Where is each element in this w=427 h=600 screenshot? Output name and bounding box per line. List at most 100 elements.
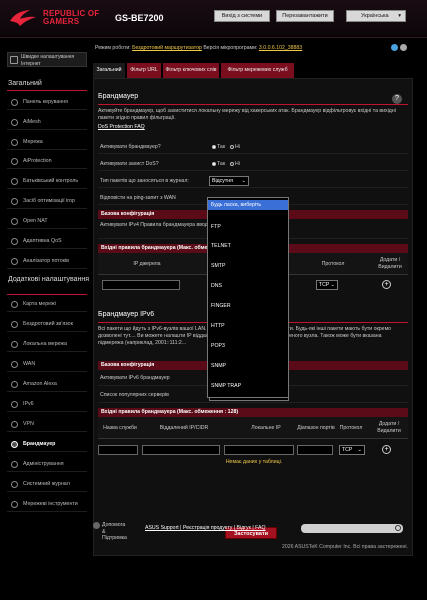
- sidebar-item-ipv6[interactable]: IPv6: [7, 397, 87, 412]
- col-source-ip: IP джерела: [133, 261, 161, 267]
- sidebar-item-network-tools[interactable]: Мережеві інструменти: [7, 497, 87, 512]
- dropdown-option[interactable]: SMTP: [208, 261, 288, 271]
- sidebar-item-parental[interactable]: Батьківський контроль: [7, 174, 87, 189]
- status-icons: [389, 44, 407, 53]
- dropdown-option[interactable]: DNS: [208, 281, 288, 291]
- reboot-button[interactable]: Перезавантажити: [276, 10, 334, 22]
- sidebar-item-system-log[interactable]: Системний журнал: [7, 477, 87, 492]
- dropdown-option[interactable]: TELNET: [208, 241, 288, 251]
- row-label: Тип пакетів що заносяться в журнал:: [100, 178, 189, 184]
- col-protocol: Протокол: [339, 425, 363, 431]
- wifi-icon: [11, 321, 18, 328]
- chevron-down-icon: ⌄: [330, 282, 335, 288]
- footer: Допомога & Підтримка ASUS Support | Реєс…: [93, 522, 413, 556]
- dos-faq-link[interactable]: DoS Protection FAQ: [98, 124, 145, 130]
- ipv4-add-rule-button[interactable]: +: [382, 280, 391, 289]
- sidebar-item-game-boost[interactable]: Засіб оптимізації ігор: [7, 194, 87, 209]
- footer-search-input[interactable]: [301, 524, 403, 533]
- log-type-dropdown-list[interactable]: Будь ласка, виберіть FTP TELNET SMTP DNS…: [207, 197, 289, 398]
- tab-service-filter[interactable]: Фільтр мережевих служб: [221, 63, 295, 78]
- ipv6-add-rule-button[interactable]: +: [382, 445, 391, 454]
- sidebar-item-label: Аналізатор потоків: [23, 258, 69, 264]
- sidebar-item-lan[interactable]: Локальна мережа: [7, 337, 87, 352]
- dropdown-option[interactable]: SNMP: [208, 361, 288, 371]
- version-prefix: Версія мікропрограми:: [203, 45, 258, 51]
- admin-icon: [11, 461, 18, 468]
- no-label: Ні: [235, 161, 240, 167]
- ipv6-port-range-input[interactable]: [297, 445, 333, 455]
- wizard-icon: [10, 56, 18, 64]
- tab-general[interactable]: Загальний: [93, 63, 126, 78]
- sidebar-item-open-nat[interactable]: Open NAT: [7, 214, 87, 229]
- vpn-icon: [11, 421, 18, 428]
- enable-dos-row: Активувати захист DoS? Так Ні: [98, 157, 408, 171]
- section-divider: [7, 294, 87, 295]
- ipv6-protocol-select[interactable]: TCP ⌄: [339, 445, 365, 455]
- row-label: Список популярних серверів: [100, 392, 169, 398]
- col-port-range: Діапазон портів: [297, 425, 335, 431]
- chevron-down-icon: ⌄: [357, 447, 362, 453]
- row-label: Активувати брандмауер?: [100, 144, 161, 150]
- help-support-link[interactable]: Допомога & Підтримка: [102, 522, 130, 542]
- firewall-no-radio[interactable]: Ні: [230, 144, 240, 150]
- bar-label: Вхідні правила брандмауера (Макс. обмеже…: [101, 409, 239, 415]
- sidebar-item-dashboard[interactable]: Панель керування: [7, 95, 87, 110]
- dos-no-radio[interactable]: Ні: [230, 161, 240, 167]
- sidebar-item-administration[interactable]: Адміністрування: [7, 457, 87, 472]
- ipv4-protocol-select[interactable]: TCP ⌄: [316, 280, 338, 290]
- operation-mode-link[interactable]: Бездротовий маршрутизатор: [132, 45, 202, 51]
- col-service-name: Назва служби: [103, 425, 137, 431]
- dropdown-option[interactable]: SNMP TRAP: [208, 381, 288, 391]
- sidebar-item-wan[interactable]: WAN: [7, 357, 87, 372]
- ipv6-local-ip-input[interactable]: [224, 445, 294, 455]
- ipv6-service-name-input[interactable]: [98, 445, 138, 455]
- tab-url-filter[interactable]: Фільтр URL: [127, 63, 162, 78]
- log-type-select[interactable]: Відсутня ⌄: [209, 176, 249, 186]
- globe-status-icon[interactable]: [391, 44, 398, 51]
- firmware-version-link[interactable]: 3.0.0.6.102_38883: [259, 45, 302, 51]
- sidebar-item-alexa[interactable]: Amazon Alexa: [7, 377, 87, 392]
- gear-icon[interactable]: [400, 44, 407, 51]
- chevron-down-icon: ⌄: [241, 178, 246, 184]
- dos-yes-radio[interactable]: Так: [212, 161, 225, 167]
- dropdown-option[interactable]: FINGER: [208, 301, 288, 311]
- copyright-text: 2026 ASUSTeK Computer Inc. Всі права зас…: [281, 544, 408, 550]
- sidebar-item-qos[interactable]: Адаптивна QoS: [7, 234, 87, 249]
- ipv6-remote-ip-input[interactable]: [142, 445, 220, 455]
- sidebar-item-aiprotection[interactable]: AiProtection: [7, 154, 87, 169]
- tab-keyword-filter[interactable]: Фільтр ключових слів: [163, 63, 220, 78]
- bar-label: Базова конфігурація: [101, 211, 155, 217]
- firewall-description: Активуйте брандмауер, щоб захиститися ло…: [98, 108, 396, 121]
- sidebar-item-label: Мережа: [23, 139, 43, 145]
- footer-links-text[interactable]: ASUS Support | Реєстрація продукту | Від…: [145, 525, 266, 531]
- dropdown-option[interactable]: FTP: [208, 222, 288, 232]
- firewall-yes-radio[interactable]: Так: [212, 144, 225, 150]
- network-icon: [11, 139, 18, 146]
- help-icon[interactable]: ?: [392, 94, 402, 104]
- sidebar-item-vpn[interactable]: VPN: [7, 417, 87, 432]
- sidebar-item-traffic-analyzer[interactable]: Аналізатор потоків: [7, 254, 87, 269]
- ipv4-source-ip-input[interactable]: [102, 280, 180, 290]
- row-label: Активувати IPv6 брандмауер: [100, 375, 170, 381]
- language-select[interactable]: Українська ▾: [346, 10, 406, 22]
- dropdown-option[interactable]: HTTP: [208, 321, 288, 331]
- sidebar-item-aimesh[interactable]: AiMesh: [7, 115, 87, 130]
- ipv6-firewall-title: Брандмауер IPv6: [98, 311, 155, 318]
- sidebar-item-firewall[interactable]: Брандмауер: [7, 437, 87, 452]
- open-nat-icon: [11, 218, 18, 225]
- enable-firewall-row: Активувати брандмауер? Так Ні: [98, 140, 408, 154]
- sidebar-item-label: Засіб оптимізації ігор: [23, 198, 75, 204]
- dropdown-option[interactable]: POP3: [208, 341, 288, 351]
- help-support-icon: [93, 522, 100, 529]
- ipv6-table-header: Назва служби Віддалений IP/CIDR Локальне…: [98, 417, 408, 439]
- footer-links[interactable]: ASUS Support | Реєстрація продукту | Від…: [145, 525, 266, 531]
- sidebar-item-wireless[interactable]: Бездротовий зв’язок: [7, 317, 87, 332]
- quick-setup-button[interactable]: Швидке налаштування Інтернет: [7, 52, 87, 67]
- sidebar-item-network-map[interactable]: Карта мережі: [7, 297, 87, 312]
- logout-button[interactable]: Вихід з системи: [214, 10, 270, 22]
- globe-icon: [11, 361, 18, 368]
- dropdown-option[interactable]: Будь ласка, виберіть: [208, 200, 288, 210]
- sidebar-item-network[interactable]: Мережа: [7, 135, 87, 150]
- sidebar-item-label: Мережеві інструменти: [23, 501, 78, 507]
- search-icon[interactable]: [395, 525, 401, 531]
